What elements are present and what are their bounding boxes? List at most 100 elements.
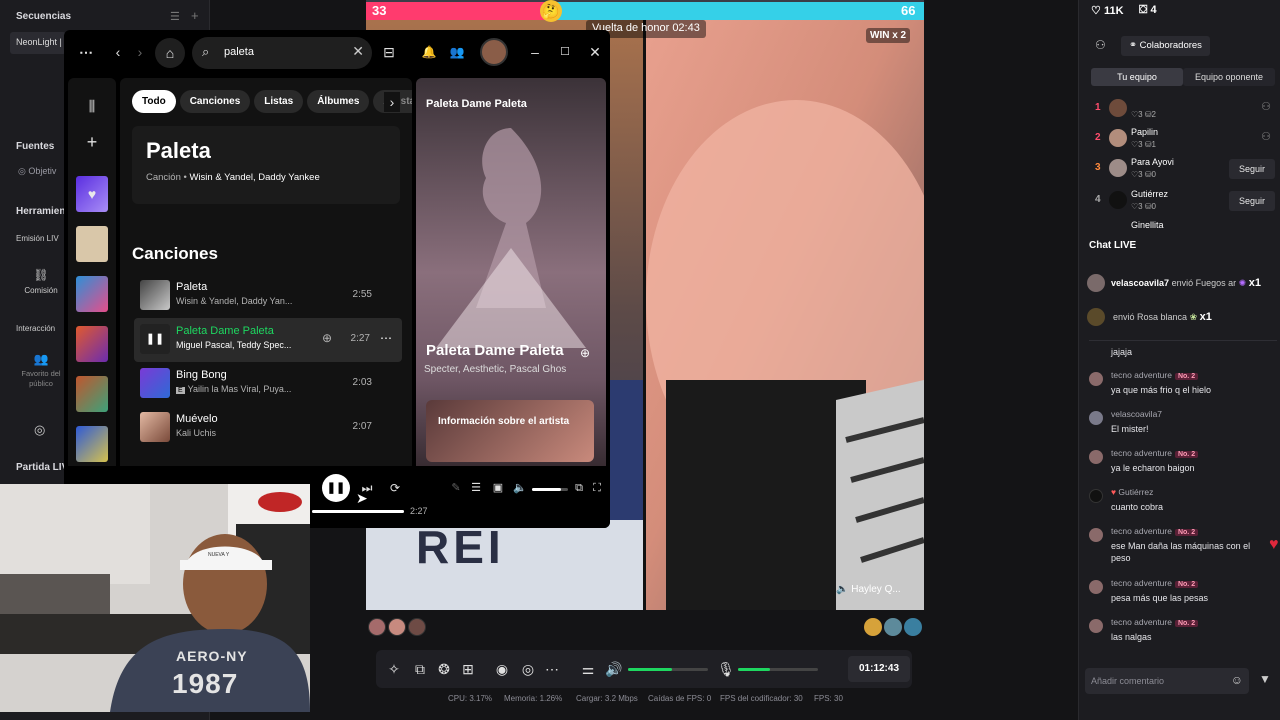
speaker-icon[interactable]: 🔊 [604,659,624,679]
mixer-icon[interactable]: ⚌ [578,659,598,679]
camera-icon[interactable]: ◎ [518,659,538,679]
commission-button[interactable]: ⛓ Comisión [18,268,64,295]
filter-albums[interactable]: Álbumes [307,90,370,113]
create-icon[interactable]: + [82,132,102,152]
ranking-row[interactable]: 3 Para Ayovi ♡3 ⛁0 Seguir [1079,154,1280,184]
fullscreen-icon[interactable]: ⛶ [590,478,604,498]
browse-icon[interactable]: ⊟ [378,42,400,62]
left-team-avatars [368,618,426,641]
ranking-row[interactable]: 1 ♡3 ⛁2 ⚇ [1079,94,1280,124]
tab-opponent-team[interactable]: Equipo oponente [1183,68,1275,86]
gift-text: envió Rosa blanca [1113,312,1188,322]
track-title: Muévelo [176,413,218,425]
objective-item[interactable]: ◎ Objetiv [18,166,56,177]
pause-icon[interactable]: ❚❚ [140,324,170,354]
home-button[interactable]: ⌂ [155,38,185,68]
avatar[interactable] [884,618,902,636]
menu-dots-icon[interactable]: ⋯ [76,42,96,62]
playlist-cover[interactable] [76,226,108,262]
ranking-row[interactable]: 2 Papilin ♡3 ⛁1 ⚇ [1079,124,1280,154]
list-icon[interactable]: ☰ [170,10,180,23]
invite-icon[interactable]: ⚇ [1261,100,1271,113]
artist-info-card[interactable]: Información sobre el artista [426,400,594,462]
avatar[interactable] [904,618,922,636]
avatar[interactable] [864,618,882,636]
chat-username: tecno adventure [1111,617,1172,627]
playlist-cover[interactable] [76,376,108,412]
clear-search-icon[interactable]: ✕ [352,43,364,60]
track-row-active[interactable]: ❚❚ Paleta Dame Paleta Miguel Pascal, Ted… [134,318,402,362]
devices-icon[interactable]: ▣ [490,478,506,498]
avatar[interactable] [388,618,406,636]
record-icon[interactable]: ◉ [492,659,512,679]
queue-icon[interactable]: ☰ [468,478,484,498]
top-result-card[interactable]: Paleta Canción • Wisin & Yandel, Daddy Y… [132,126,400,204]
mic-icon[interactable]: 🎙 [716,659,736,679]
bell-icon[interactable]: 🔔 [418,42,440,62]
rank-number: 3 [1095,162,1101,173]
filter-playlists[interactable]: Listas [254,90,304,113]
avatar[interactable] [368,618,386,636]
maximize-icon[interactable]: ☐ [556,42,574,62]
track-row[interactable]: Muévelo Kali Uchis 2:07 [134,406,402,450]
pause-button[interactable]: ❚❚ [322,474,350,502]
miniplayer-icon[interactable]: ⧉ [572,478,586,498]
target-icon[interactable]: ◎ [34,422,45,438]
chevron-right-icon[interactable]: › [384,92,400,112]
more-options-icon[interactable]: ⋯ [380,331,392,345]
track-duration: 2:55 [352,289,372,300]
volume-icon[interactable]: 🔈 [512,478,528,498]
invite-icon[interactable]: ⚇ [1261,130,1271,143]
friends-icon[interactable]: 👥 [446,42,468,62]
speaker-slider[interactable] [628,668,708,671]
filter-songs[interactable]: Canciones [179,90,251,113]
track-row[interactable]: Bing Bong E Yailin la Mas Viral, Puya... … [134,362,402,406]
follow-button[interactable]: Seguir [1229,159,1275,179]
profile-avatar[interactable] [480,38,508,66]
magic-icon[interactable]: ✧ [384,659,404,679]
comment-input[interactable]: Añadir comentario ☺ [1085,668,1249,694]
close-icon[interactable]: ✕ [586,42,604,62]
chat-text: cuanto cobra [1111,502,1164,512]
add-icon[interactable]: + [191,8,199,23]
rank-number: 4 [1095,194,1101,205]
more-icon[interactable]: ⋯ [542,659,562,679]
filter-all[interactable]: Todo [132,90,176,113]
layout-icon[interactable]: ⧉ [410,659,430,679]
add-icon[interactable]: ⊕ [580,346,590,360]
now-playing-title: Paleta Dame Paleta [426,342,564,359]
add-to-playlist-icon[interactable]: ⊕ [322,331,332,345]
effects-icon[interactable]: ❂ [434,659,454,679]
mic-slider[interactable] [738,668,818,671]
repeat-icon[interactable]: ⟳ [386,478,404,498]
playlist-cover[interactable] [76,326,108,362]
add-source-icon[interactable]: ⊞ [458,659,478,679]
volume-slider[interactable] [532,488,568,491]
emoji-icon[interactable]: ☺ [1231,673,1243,687]
track-row[interactable]: Paleta Wisin & Yandel, Daddy Yan... 2:55 [134,274,402,318]
library-icon[interactable]: ⫼ [82,96,102,116]
heart-icon: ♡ [1091,5,1101,17]
favorite-button[interactable]: 👥 Favorito del público [16,352,66,389]
avatar[interactable] [408,618,426,636]
search-input[interactable]: ⌕ paleta ✕ [192,37,372,69]
back-icon[interactable]: ‹ [108,42,128,62]
playlist-cover[interactable] [76,276,108,312]
forward-icon[interactable]: › [130,42,150,62]
collaborators-button[interactable]: ⚭ Colaboradores [1121,36,1210,56]
rose-icon: ❀ [1189,312,1198,322]
liked-songs-icon[interactable]: ♥ [76,176,108,212]
heart-icon: ♥ [1111,487,1117,497]
playlist-cover[interactable] [76,426,108,462]
avatar [1089,450,1103,464]
filter-icon[interactable]: ▼ [1259,672,1271,686]
avatar [1089,528,1103,542]
follow-button[interactable]: Seguir [1229,191,1275,211]
scene-item[interactable]: NeonLight | [10,32,66,54]
tab-your-team[interactable]: Tu equipo [1091,68,1183,86]
progress-bar[interactable] [312,510,404,513]
add-user-icon[interactable]: ⚇ [1095,38,1106,52]
minimize-icon[interactable]: – [526,42,544,62]
ranking-row[interactable]: 4 Gutiérrez ♡3 ⛁0 Seguir [1079,186,1280,216]
lyrics-icon[interactable]: ✎ [448,478,464,498]
